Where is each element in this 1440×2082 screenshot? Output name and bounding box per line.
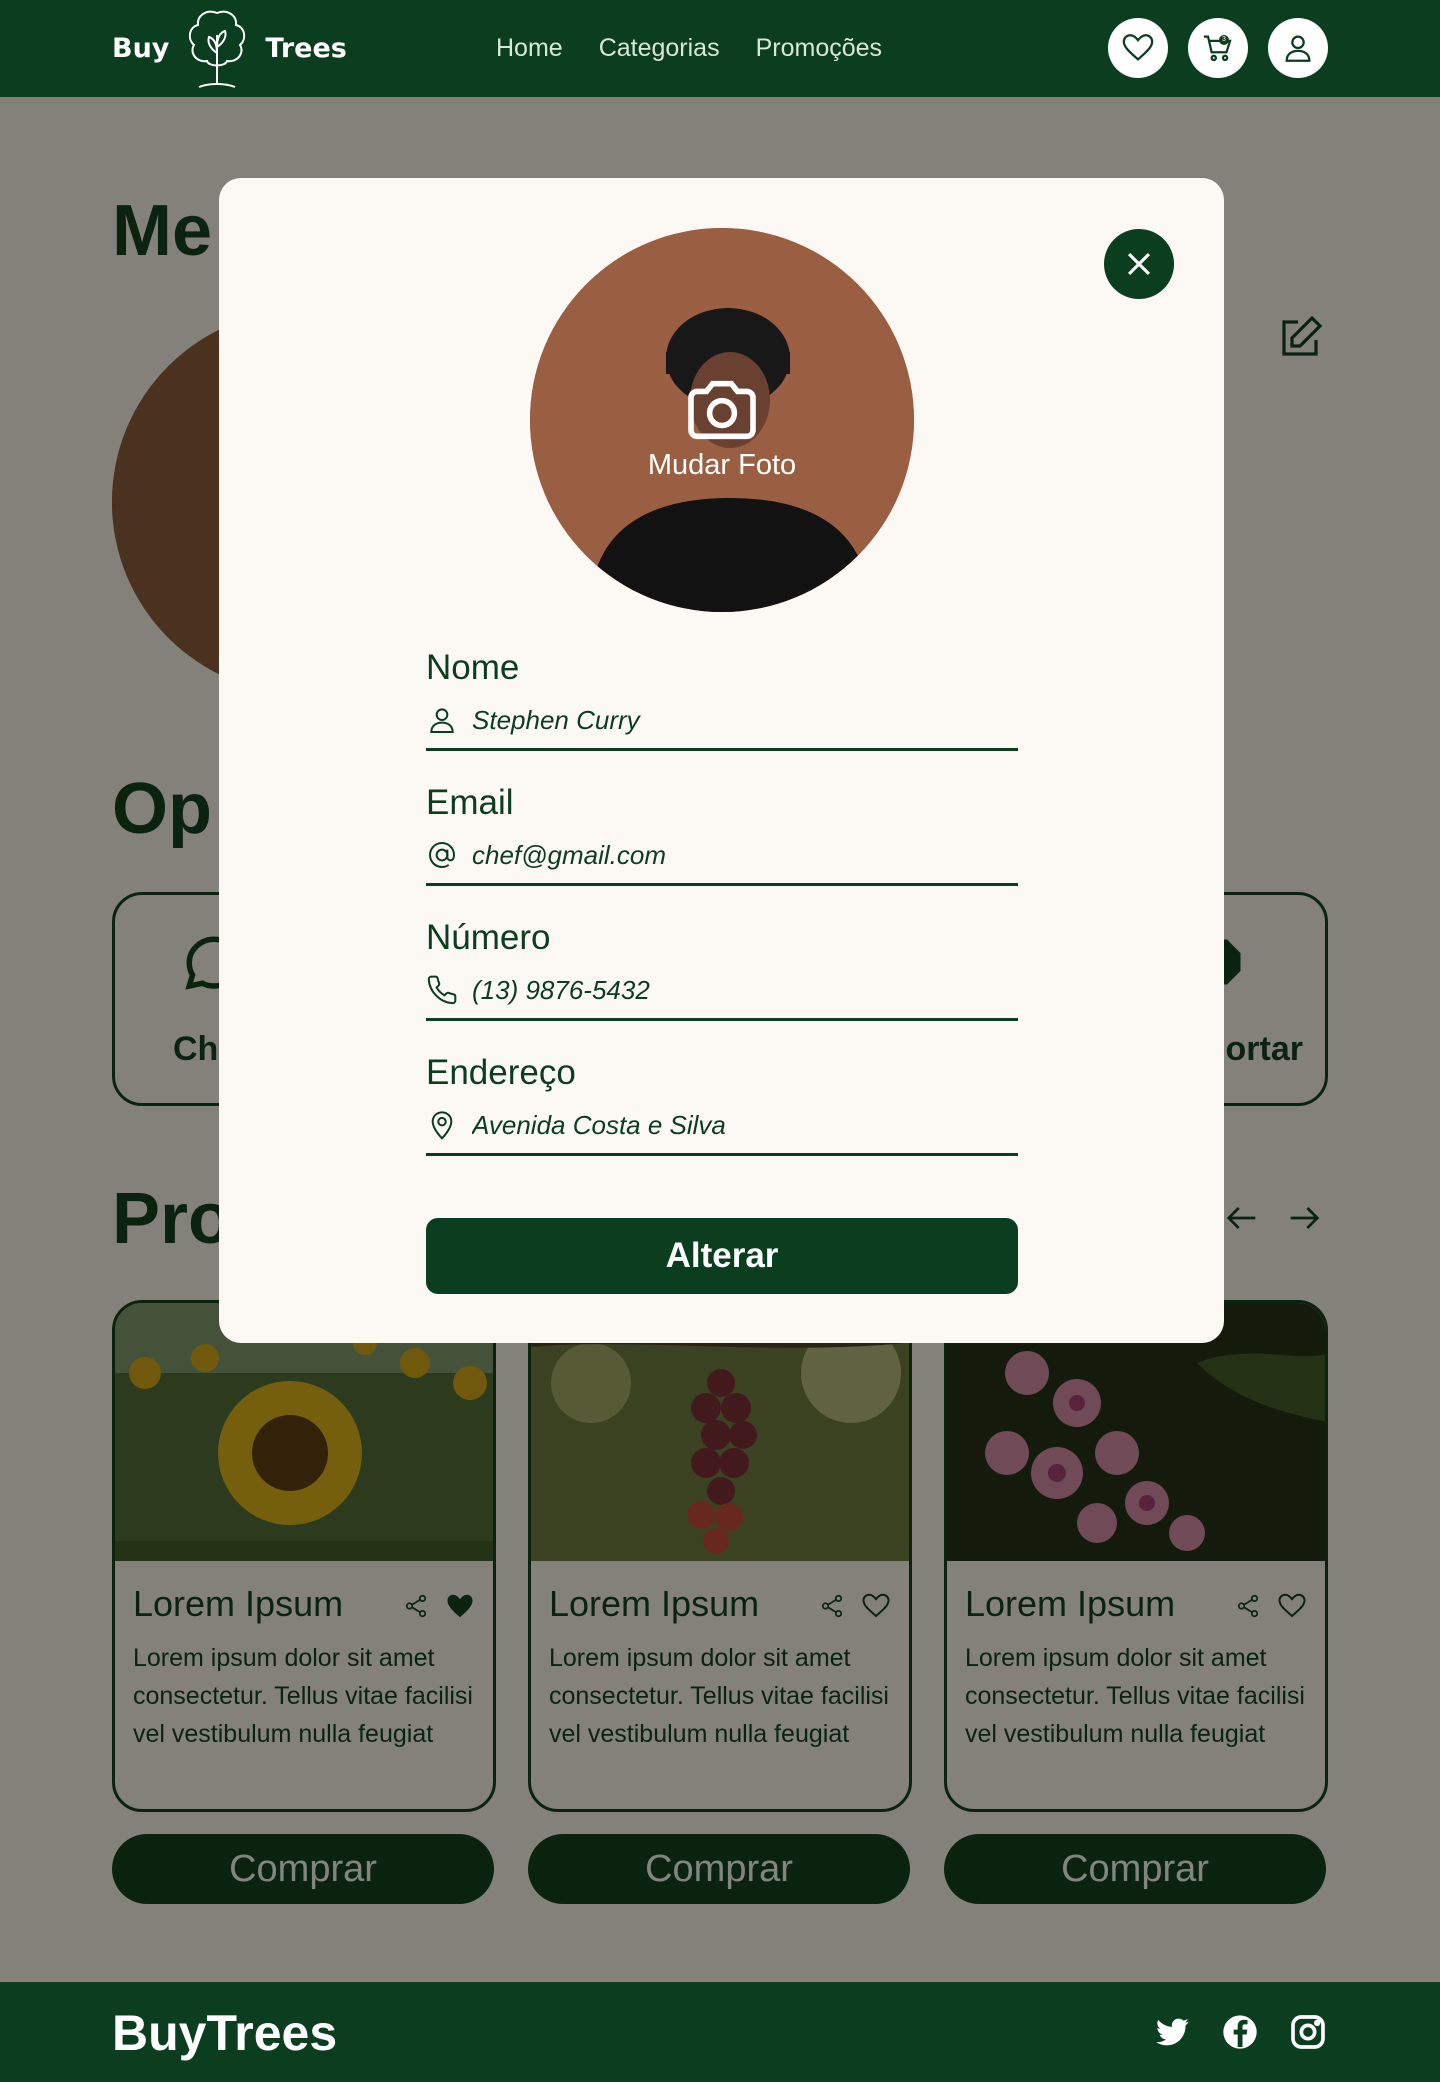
edit-profile-modal: Mudar Foto Nome Email Número <box>219 178 1224 1343</box>
phone-underline <box>426 1018 1018 1021</box>
close-icon <box>1127 252 1151 276</box>
user-icon <box>1285 35 1311 62</box>
user-icon <box>430 708 454 733</box>
address-underline <box>426 1153 1018 1156</box>
profile-button[interactable] <box>1268 18 1328 78</box>
facebook-icon[interactable] <box>1220 2012 1260 2052</box>
cart-icon <box>1203 35 1232 62</box>
photo-overlay: Mudar Foto <box>530 228 914 612</box>
footer-brand: BuyTrees <box>112 2005 338 2061</box>
heart-icon <box>1122 34 1154 61</box>
map-pin-icon <box>431 1111 453 1140</box>
change-photo-label: Mudar Foto <box>647 448 797 481</box>
name-input[interactable] <box>472 704 1012 736</box>
phone-field: Número <box>426 918 1018 1053</box>
address-field: Endereço <box>426 1053 1018 1188</box>
nav-link-home[interactable]: Home <box>496 34 563 63</box>
email-underline <box>426 883 1018 886</box>
phone-icon <box>427 975 457 1005</box>
close-modal-button[interactable] <box>1104 229 1174 299</box>
email-field: Email <box>426 783 1018 918</box>
instagram-icon[interactable] <box>1288 2012 1328 2052</box>
cart-button[interactable]: 3 <box>1188 18 1248 78</box>
brand-word-right: Trees <box>265 33 347 64</box>
profile-form: Nome Email Número Endereço <box>426 648 1018 1188</box>
twitter-icon[interactable] <box>1152 2012 1192 2052</box>
footer: BuyTrees <box>0 1982 1440 2082</box>
navbar: Buy Trees Home Categorias Promoções 3 <box>0 0 1440 97</box>
at-icon <box>428 841 456 869</box>
favorites-button[interactable] <box>1108 18 1168 78</box>
phone-label: Número <box>426 918 551 957</box>
submit-button[interactable]: Alterar <box>426 1218 1018 1294</box>
name-underline <box>426 748 1018 751</box>
tree-logo-icon <box>189 10 246 88</box>
phone-input[interactable] <box>472 974 1012 1006</box>
email-input[interactable] <box>472 839 1012 871</box>
address-label: Endereço <box>426 1053 576 1092</box>
name-field: Nome <box>426 648 1018 783</box>
main-nav: Home Categorias Promoções <box>496 0 882 97</box>
name-label: Nome <box>426 648 520 687</box>
camera-icon <box>688 380 756 439</box>
nav-link-promocoes[interactable]: Promoções <box>756 34 882 63</box>
email-label: Email <box>426 783 514 822</box>
brand-logo[interactable]: Buy Trees <box>112 0 347 97</box>
social-links <box>1152 2012 1328 2052</box>
address-input[interactable] <box>472 1109 1012 1141</box>
nav-icon-group: 3 <box>1108 18 1328 78</box>
cart-count-badge: 3 <box>1219 35 1229 45</box>
change-photo-button[interactable]: Mudar Foto <box>530 228 914 612</box>
brand-word-left: Buy <box>112 33 170 64</box>
nav-link-categorias[interactable]: Categorias <box>599 34 720 63</box>
